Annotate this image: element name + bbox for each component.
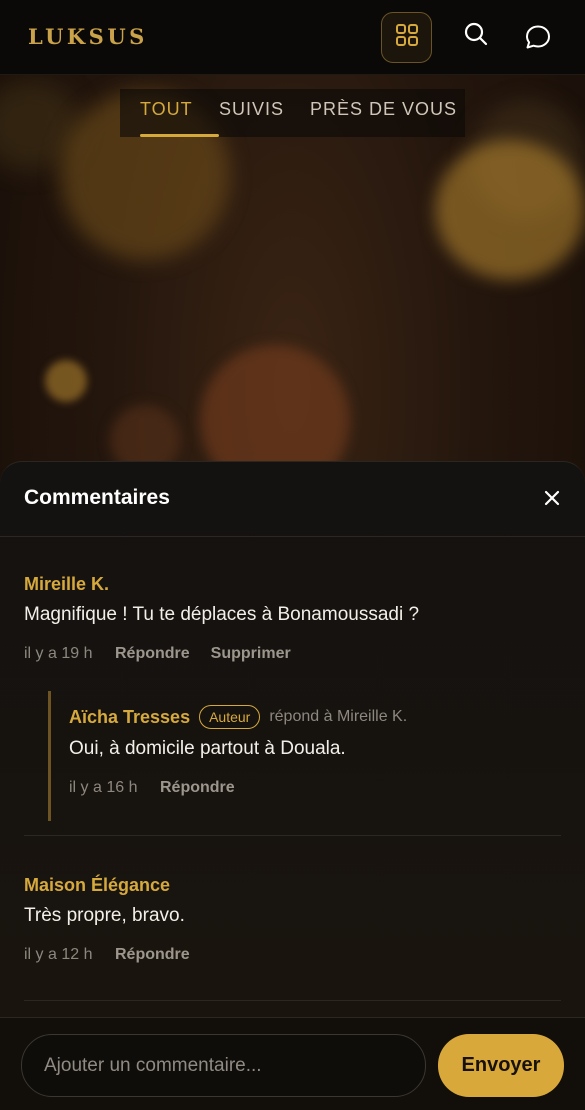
brand-logo[interactable]: LUKSUS [28,24,148,49]
comment-composer: Envoyer [0,1017,585,1110]
comment-text: Très propre, bravo. [24,905,185,926]
search-icon [463,21,489,52]
close-button[interactable] [538,486,566,514]
messages-button[interactable] [521,22,555,56]
comment-author[interactable]: Mireille K. [24,574,561,595]
grid-icon [395,23,419,52]
comment-item: Mireille K. Magnifique ! Tu te déplaces … [24,574,561,663]
reply-author[interactable]: Aïcha Tresses [69,707,190,728]
comment-text: Magnifique ! Tu te déplaces à Bonamoussa… [24,604,420,625]
search-button[interactable] [460,20,492,52]
comment-time: il y a 12 h [24,946,93,963]
comments-sheet: Commentaires Mireille K. Magnifique ! Tu… [0,461,585,1110]
reply-button[interactable]: Répondre [115,645,190,663]
tab-near-you[interactable]: PRÈS DE VOUS [310,89,456,137]
reply-time: il y a 16 h [69,779,138,796]
comment-meta: il y a 19 h Répondre Supprimer [24,645,561,663]
reply-thread: Aïcha Tresses Auteur répond à Mireille K… [48,691,561,821]
comment-divider [24,1000,561,1001]
tab-followed[interactable]: SUIVIS [219,89,310,137]
comment-input[interactable] [21,1034,426,1097]
reply-button[interactable]: Répondre [115,946,190,964]
reply-header: Aïcha Tresses Auteur répond à Mireille K… [69,705,561,729]
sheet-title: Commentaires [24,486,170,509]
close-icon [544,490,560,511]
comment-time: il y a 19 h [24,645,93,662]
send-button[interactable]: Envoyer [438,1034,564,1097]
divider [0,536,585,537]
comment-meta: il y a 12 h Répondre [24,946,561,964]
reply-meta: il y a 16 h Répondre [69,779,561,797]
tab-all[interactable]: TOUT [140,89,219,137]
reply-button[interactable]: Répondre [160,779,235,797]
comment-item: Maison Élégance Très propre, bravo. il y… [24,875,561,964]
replying-to-label: répond à Mireille K. [269,708,408,725]
author-badge: Auteur [199,705,261,729]
comment-divider [24,835,561,836]
top-header: LUKSUS [0,0,585,75]
comment-author[interactable]: Maison Élégance [24,875,561,896]
reply-text: Oui, à domicile partout à Douala. [69,738,346,759]
grid-view-button[interactable] [381,12,432,63]
feed-tabs: TOUT SUIVIS PRÈS DE VOUS [120,89,465,137]
chat-bubble-icon [524,23,552,56]
delete-button[interactable]: Supprimer [211,645,291,663]
